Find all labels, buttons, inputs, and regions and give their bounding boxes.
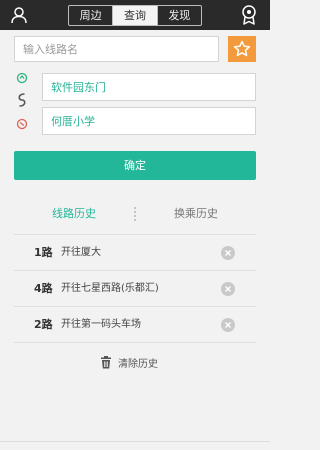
tab-route-history[interactable]: 线路历史 <box>19 204 129 224</box>
top-bar: 周边 查询 发现 <box>0 0 270 30</box>
trash-icon <box>101 355 111 368</box>
line-number: 1路 <box>34 246 53 259</box>
start-marker-icon <box>16 72 28 84</box>
badge-icon <box>242 5 256 25</box>
star-icon <box>233 40 251 57</box>
delete-icon[interactable] <box>221 246 235 260</box>
end-point-field[interactable] <box>42 107 256 135</box>
bottom-divider <box>0 441 270 442</box>
tab-divider <box>134 207 136 221</box>
clear-history-label: 清除历史 <box>118 358 158 370</box>
tab-discover[interactable]: 发现 <box>156 6 201 25</box>
start-point-field[interactable] <box>42 73 256 101</box>
history-list: 1路 开往厦大 4路 开往七星西路(乐都汇) 2路 开往第一码头车场 <box>14 234 256 343</box>
line-direction: 开往七星西路(乐都汇) <box>61 283 159 294</box>
search-row <box>14 36 256 62</box>
tab-query[interactable]: 查询 <box>112 6 157 25</box>
delete-icon[interactable] <box>221 282 235 296</box>
clear-history-button[interactable]: 清除历史 <box>100 354 158 370</box>
history-tabs: 线路历史 换乘历史 <box>14 204 256 224</box>
end-marker-icon <box>16 118 28 130</box>
route-icons <box>12 72 32 134</box>
main-tabs: 周边 查询 发现 <box>68 5 202 26</box>
history-item[interactable]: 2路 开往第一码头车场 <box>14 307 256 343</box>
line-number: 4路 <box>34 282 53 295</box>
delete-icon[interactable] <box>221 318 235 332</box>
line-direction: 开往第一码头车场 <box>61 319 141 330</box>
user-icon <box>11 7 27 24</box>
tab-transfer-history[interactable]: 换乘历史 <box>141 204 251 224</box>
badge-button[interactable] <box>240 4 258 26</box>
history-item[interactable]: 4路 开往七星西路(乐都汇) <box>14 271 256 307</box>
line-direction: 开往厦大 <box>61 247 101 258</box>
route-path-icon <box>18 93 26 107</box>
user-button[interactable] <box>9 5 29 25</box>
line-search-input[interactable] <box>14 36 219 62</box>
confirm-button[interactable]: 确定 <box>14 151 256 180</box>
favorites-button[interactable] <box>228 36 256 62</box>
line-number: 2路 <box>34 318 53 331</box>
history-item[interactable]: 1路 开往厦大 <box>14 235 256 271</box>
tab-nearby[interactable]: 周边 <box>69 6 112 25</box>
